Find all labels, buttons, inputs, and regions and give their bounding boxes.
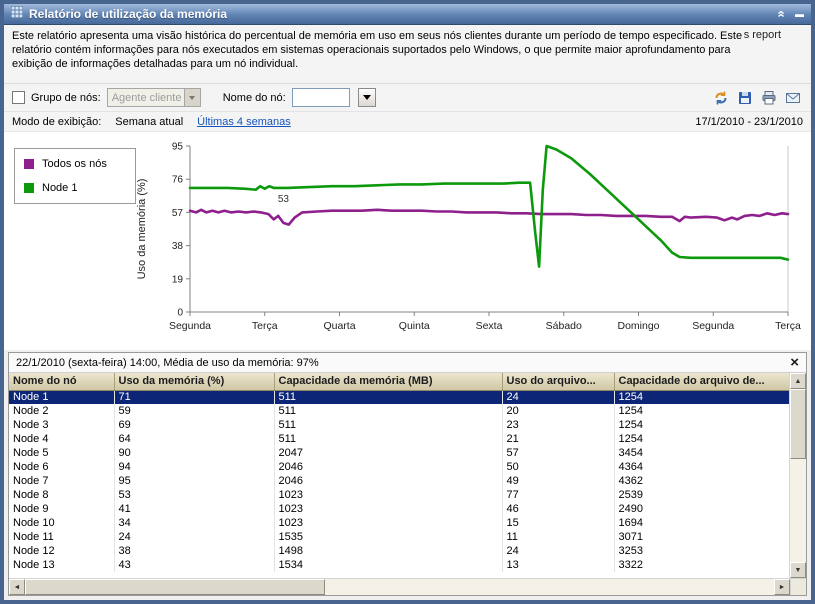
table-row[interactable]: Node 11241535113071 [9, 530, 789, 544]
vertical-scroll-thumb[interactable] [790, 389, 806, 459]
node-name-label: Nome do nó: [223, 92, 286, 104]
svg-text:0: 0 [177, 308, 183, 319]
legend-item: Todos os nós [24, 158, 126, 170]
view-mode-label: Modo de exibição: [12, 116, 101, 128]
details-panel: 22/1/2010 (sexta-feira) 14:00, Média de … [8, 352, 807, 596]
close-icon[interactable]: × [790, 356, 799, 370]
print-icon[interactable] [760, 89, 777, 106]
column-header[interactable]: Uso da memória (%) [114, 373, 274, 390]
dash-icon[interactable]: ▬ [795, 10, 804, 19]
scroll-left-icon[interactable]: ◄ [9, 579, 25, 595]
details-grid: Nome do nóUso da memória (%)Capacidade d… [9, 373, 789, 578]
table-row[interactable]: Node 6942046504364 [9, 460, 789, 474]
report-grid-icon [11, 5, 23, 23]
table-row[interactable]: Node 10341023151694 [9, 516, 789, 530]
view-mode-current: Semana atual [115, 116, 183, 128]
column-header[interactable]: Capacidade da memória (MB) [274, 373, 502, 390]
scrollbar-corner [790, 579, 806, 595]
table-row[interactable]: Node 5902047573454 [9, 446, 789, 460]
svg-text:Uso da memória (%): Uso da memória (%) [136, 179, 148, 280]
report-toolbar [712, 89, 803, 106]
clipped-text: s report [744, 28, 781, 42]
vertical-scrollbar[interactable]: ▲ ▼ [789, 373, 806, 578]
table-row[interactable]: Node 12381498243253 [9, 544, 789, 558]
node-name-dropdown-button[interactable] [358, 88, 376, 107]
column-header[interactable]: Capacidade do arquivo de... [614, 373, 789, 390]
svg-text:Terça: Terça [775, 320, 801, 332]
table-header-row: Nome do nóUso da memória (%)Capacidade d… [9, 373, 789, 390]
details-table: Nome do nóUso da memória (%)Capacidade d… [9, 373, 789, 572]
table-row[interactable]: Node 13431534133322 [9, 558, 789, 572]
description-text: Este relatório apresenta uma visão histó… [12, 30, 742, 70]
scroll-right-icon[interactable]: ► [774, 579, 790, 595]
table-row[interactable]: Node 259511201254 [9, 404, 789, 418]
date-range: 17/1/2010 - 23/1/2010 [695, 116, 803, 128]
details-table-body: Node 171511241254Node 259511201254Node 3… [9, 390, 789, 572]
memory-chart[interactable]: 0 19 38 57 76 95 Segunda Terça Quarta Quinta Sexta… [132, 134, 802, 348]
table-row[interactable]: Node 9411023462490 [9, 502, 789, 516]
svg-text:Quinta: Quinta [399, 320, 430, 332]
node-group-select[interactable]: Agente cliente [107, 88, 201, 107]
window-title: Relatório de utilização da memória [29, 7, 227, 21]
report-window: Relatório de utilização da memória « ▬ E… [0, 0, 815, 604]
chart-legend: Todos os nós Node 1 [14, 148, 136, 204]
svg-text:57: 57 [172, 208, 184, 219]
column-header[interactable]: Uso do arquivo... [502, 373, 614, 390]
legend-swatch [24, 183, 34, 193]
chevron-down-icon [184, 89, 200, 106]
svg-text:Quarta: Quarta [323, 320, 355, 332]
column-header[interactable]: Nome do nó [9, 373, 114, 390]
save-icon[interactable] [736, 89, 753, 106]
view-mode-bar: Modo de exibição: Semana atual Últimas 4… [4, 112, 811, 132]
table-row[interactable]: Node 8531023772539 [9, 488, 789, 502]
svg-text:Segunda: Segunda [692, 320, 734, 332]
scroll-down-icon[interactable]: ▼ [790, 562, 806, 578]
legend-item: Node 1 [24, 182, 126, 194]
svg-text:76: 76 [172, 175, 184, 186]
filter-bar: Grupo de nós: Agente cliente Nome do nó: [4, 84, 811, 112]
node-group-checkbox[interactable] [12, 91, 25, 104]
report-description: Este relatório apresenta uma visão histó… [4, 25, 811, 84]
svg-text:Domingo: Domingo [617, 320, 659, 332]
svg-text:Segunda: Segunda [169, 320, 211, 332]
table-row[interactable]: Node 464511211254 [9, 432, 789, 446]
collapse-panel-icon[interactable]: « [776, 10, 786, 17]
email-icon[interactable] [784, 89, 801, 106]
chart-region: Todos os nós Node 1 0 19 38 57 76 95 Segunda Ter… [4, 132, 811, 350]
refresh-icon[interactable] [712, 89, 729, 106]
svg-text:19: 19 [172, 274, 184, 285]
details-header: 22/1/2010 (sexta-feira) 14:00, Média de … [9, 353, 806, 373]
legend-label: Todos os nós [42, 158, 107, 170]
horizontal-scrollbar[interactable]: ◄ ► [9, 578, 806, 595]
node-group-value: Agente cliente [112, 92, 182, 104]
legend-swatch [24, 159, 34, 169]
title-bar: Relatório de utilização da memória « ▬ [4, 4, 811, 25]
svg-text:Terça: Terça [252, 320, 278, 332]
table-row[interactable]: Node 369511231254 [9, 418, 789, 432]
details-title: 22/1/2010 (sexta-feira) 14:00, Média de … [16, 357, 319, 369]
svg-text:95: 95 [172, 142, 184, 153]
scroll-up-icon[interactable]: ▲ [790, 373, 806, 389]
svg-text:38: 38 [172, 241, 184, 252]
svg-text:Sexta: Sexta [476, 320, 503, 332]
legend-label: Node 1 [42, 182, 77, 194]
svg-text:Sábado: Sábado [546, 320, 582, 332]
table-row[interactable]: Node 7952046494362 [9, 474, 789, 488]
node-group-label: Grupo de nós: [31, 92, 101, 104]
table-row[interactable]: Node 171511241254 [9, 390, 789, 404]
last-4-weeks-link[interactable]: Últimas 4 semanas [197, 116, 291, 128]
horizontal-scroll-thumb[interactable] [25, 579, 325, 595]
svg-text:53: 53 [278, 194, 290, 205]
node-name-input[interactable] [292, 88, 350, 107]
